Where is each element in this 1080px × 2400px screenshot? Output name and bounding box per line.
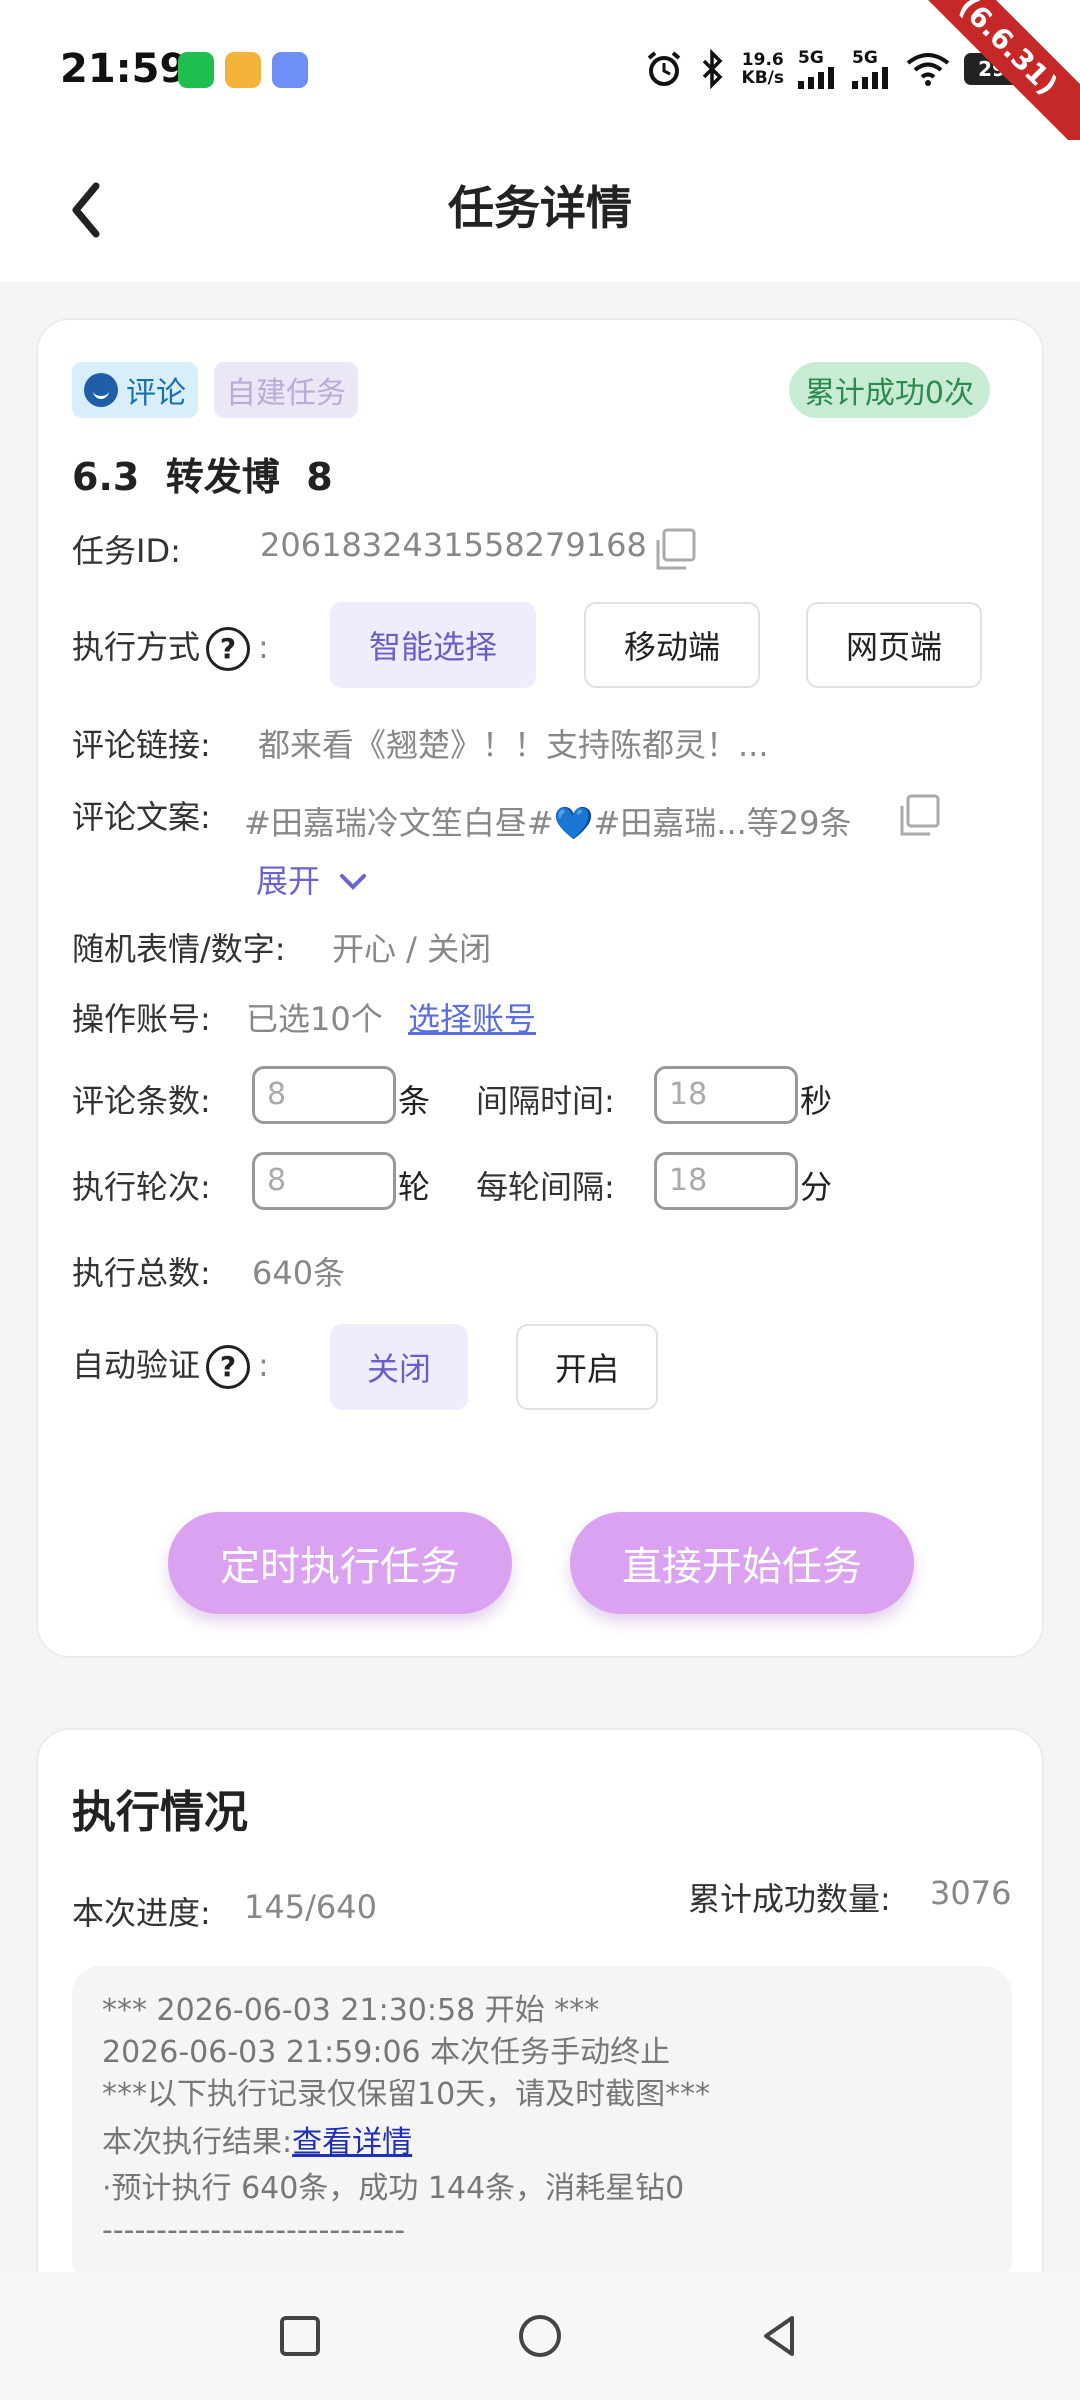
alarm-icon	[647, 51, 680, 86]
comment-link-label: 评论链接:	[72, 726, 211, 764]
log-divider: ----------------------------	[102, 2213, 406, 2248]
rounds-label: 执行轮次:	[72, 1168, 211, 1206]
success-count-label: 累计成功数量:	[688, 1880, 891, 1918]
task-id-value: 2061832431558279168	[260, 526, 647, 564]
system-nav-bar	[0, 2272, 1080, 2400]
wechat-icon	[178, 52, 214, 88]
status-icons: 19.6 KB/s 5G 5G 29	[644, 44, 1020, 94]
page-title: 任务详情	[448, 181, 632, 235]
comment-count-unit: 条	[398, 1082, 431, 1120]
signal-icon: 5G	[798, 49, 838, 89]
signal-icon: 5G	[852, 49, 892, 89]
auto-verify-off[interactable]: 关闭	[330, 1324, 468, 1410]
rounds-input[interactable]: 8	[252, 1152, 396, 1210]
total-value: 640条	[252, 1254, 346, 1292]
round-interval-unit: 分	[800, 1168, 833, 1206]
exec-mode-web[interactable]: 网页端	[806, 602, 982, 688]
task-id-label: 任务ID:	[72, 532, 181, 570]
success-count-value: 3076	[930, 1874, 1012, 1912]
interval-unit: 秒	[800, 1082, 833, 1120]
interval-input[interactable]: 18	[654, 1066, 798, 1124]
start-task-button[interactable]: 直接开始任务	[570, 1512, 914, 1614]
back-icon[interactable]	[752, 2308, 808, 2364]
interval-label: 间隔时间:	[476, 1082, 615, 1120]
success-count-badge: 累计成功0次	[788, 362, 990, 418]
random-label: 随机表情/数字:	[72, 930, 286, 968]
progress-value: 145/640	[244, 1888, 377, 1926]
expand-toggle[interactable]: 展开	[256, 856, 370, 902]
account-value: 已选10个	[246, 1000, 383, 1038]
net-speed: 19.6 KB/s	[741, 50, 784, 88]
help-icon[interactable]: ?	[206, 627, 251, 671]
copy-icon[interactable]	[894, 792, 942, 840]
view-details-link[interactable]: 查看详情	[292, 2125, 412, 2160]
log-notice: ***以下执行记录仅保留10天，请及时截图***	[102, 2077, 711, 2112]
comment-text-value: #田嘉瑞冷文笙白昼#💙#田嘉瑞...等29条	[244, 804, 852, 842]
help-icon[interactable]: ?	[206, 1345, 251, 1389]
weibo-icon	[225, 52, 261, 88]
home-icon[interactable]	[512, 2308, 568, 2364]
total-label: 执行总数:	[72, 1254, 211, 1292]
auto-verify-on[interactable]: 开启	[516, 1324, 658, 1410]
task-card: 评论 自建任务 累计成功0次 6.3 转发博 8 任务ID: 206183243…	[36, 318, 1044, 1658]
round-interval-label: 每轮间隔:	[476, 1168, 615, 1206]
self-built-badge: 自建任务	[214, 362, 358, 418]
status-bar: 21:59 19.6 KB/s 5G 5G 29 (6.6.31)	[0, 0, 1080, 155]
copy-icon[interactable]	[650, 526, 698, 574]
execution-title: 执行情况	[72, 1787, 248, 1838]
chevron-down-icon	[340, 874, 367, 890]
exec-mode-smart[interactable]: 智能选择	[330, 602, 536, 688]
task-type-badge: 评论	[72, 362, 198, 418]
auto-verify-label: 自动验证?:	[72, 1340, 269, 1389]
recent-apps-icon[interactable]	[272, 2308, 328, 2364]
app-icon	[272, 52, 308, 88]
comment-icon	[84, 373, 118, 407]
progress-label: 本次进度:	[72, 1894, 211, 1932]
task-name: 6.3 转发博 8	[72, 455, 333, 499]
random-value: 开心 / 关闭	[332, 930, 492, 968]
bluetooth-icon	[702, 49, 723, 89]
account-label: 操作账号:	[72, 1000, 211, 1038]
comment-count-input[interactable]: 8	[252, 1066, 396, 1124]
log-summary: ·预计执行 640条，成功 144条，消耗星钻0	[102, 2171, 685, 2206]
rounds-unit: 轮	[398, 1168, 431, 1206]
schedule-task-button[interactable]: 定时执行任务	[168, 1512, 512, 1614]
exec-mode-label: 执行方式?:	[72, 622, 269, 671]
log-stop: 2026-06-03 21:59:06 本次任务手动终止	[102, 2035, 671, 2070]
wifi-icon	[906, 53, 950, 86]
comment-link-value[interactable]: 都来看《翘楚》！！支持陈都灵！...	[258, 720, 769, 766]
app-header: 任务详情	[0, 140, 1080, 282]
select-account-link[interactable]: 选择账号	[408, 994, 536, 1040]
status-time: 21:59	[60, 46, 188, 92]
comment-count-label: 评论条数:	[72, 1082, 211, 1120]
comment-text-label: 评论文案:	[72, 798, 211, 836]
log-start: *** 2026-06-03 21:30:58 开始 ***	[102, 1993, 600, 2028]
round-interval-input[interactable]: 18	[654, 1152, 798, 1210]
log-result: 本次执行结果:查看详情	[102, 2125, 413, 2160]
execution-log: *** 2026-06-03 21:30:58 开始 *** 2026-06-0…	[72, 1966, 1012, 2286]
exec-mode-mobile[interactable]: 移动端	[584, 602, 760, 688]
